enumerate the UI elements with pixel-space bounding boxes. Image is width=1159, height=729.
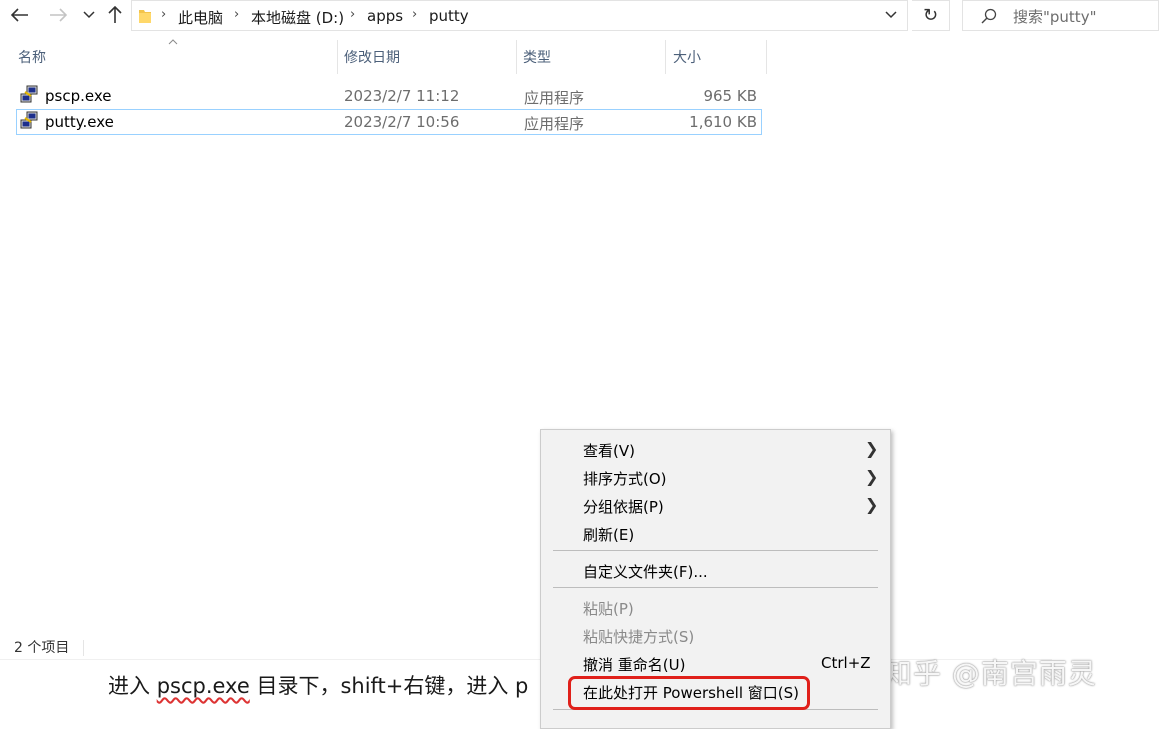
file-size: 1,610 KB [689,113,757,131]
caption-part: 进入 [108,674,157,698]
menu-item-label: 刷新(E) [583,526,635,544]
chevron-down-icon [885,11,897,19]
menu-item-group-by[interactable]: 分组依据(P) ❯ [541,491,890,519]
file-date: 2023/2/7 11:12 [344,87,460,105]
file-row[interactable]: pscp.exe 2023/2/7 11:12 应用程序 965 KB [16,83,762,109]
column-header-name[interactable]: 名称 [12,40,337,74]
breadcrumb-apps[interactable]: apps [367,7,403,25]
caption-part: 目录下，shift+右键，进入 p [249,674,529,698]
menu-item-label: 粘贴快捷方式(S) [583,628,695,646]
forward-button[interactable] [47,4,69,26]
address-bar[interactable]: › 此电脑 › 本地磁盘 (D:) › apps › putty [131,0,908,31]
menu-item-refresh[interactable]: 刷新(E) [541,519,890,547]
breadcrumb-this-pc[interactable]: 此电脑 [178,7,223,28]
putty-app-icon [20,111,38,129]
menu-item-label: 粘贴(P) [583,600,634,618]
arrow-left-icon [11,8,28,22]
menu-item-shortcut: Ctrl+Z [821,654,871,672]
chevron-right-icon: ❯ [865,439,879,458]
menu-item-label: 分组依据(P) [583,498,664,516]
file-type: 应用程序 [524,89,585,107]
menu-item-sort-by[interactable]: 排序方式(O) ❯ [541,463,890,491]
caption-filename: pscp.exe [156,674,250,698]
menu-item-customize-folder[interactable]: 自定义文件夹(F)... [541,556,890,584]
menu-item-label: 查看(V) [583,442,635,460]
breadcrumb-separator-icon: › [350,7,356,22]
sort-ascending-icon [168,39,178,45]
column-header-size-label: 大小 [673,50,701,66]
arrow-right-icon [50,8,67,22]
menu-separator [553,587,878,588]
column-header-date-label: 修改日期 [344,50,400,66]
up-button[interactable] [104,4,126,26]
breadcrumb-separator-icon: › [161,7,167,22]
search-box[interactable] [962,0,1159,31]
search-input[interactable] [1011,5,1155,29]
chevron-down-icon [83,11,95,19]
putty-app-icon [20,85,38,103]
menu-item-view[interactable]: 查看(V) ❯ [541,435,890,463]
search-icon [981,8,997,24]
column-header-name-label: 名称 [18,50,46,66]
breadcrumb-separator-icon: › [234,7,240,22]
menu-item-paste[interactable]: 粘贴(P) [541,593,890,621]
menu-separator [553,550,878,551]
menu-item-undo-rename[interactable]: 撤消 重命名(U) Ctrl+Z [541,649,890,677]
column-header-type[interactable]: 类型 [517,40,665,74]
breadcrumb-separator-icon: › [412,7,418,22]
refresh-icon: ↻ [922,5,939,26]
column-header-date[interactable]: 修改日期 [338,40,516,74]
menu-item-paste-shortcut[interactable]: 粘贴快捷方式(S) [541,621,890,649]
file-row-selected[interactable]: putty.exe 2023/2/7 10:56 应用程序 1,610 KB [16,109,762,135]
caption-text: 进入 pscp.exe 目录下，shift+右键，进入 p [108,670,528,700]
menu-item-label: 自定义文件夹(F)... [583,563,708,581]
address-dropdown-button[interactable] [879,4,903,26]
chevron-right-icon: ❯ [865,467,879,486]
refresh-button[interactable]: ↻ [912,0,950,31]
menu-item-label: 撤消 重命名(U) [583,656,686,674]
breadcrumb-local-disk[interactable]: 本地磁盘 (D:) [251,7,344,28]
chevron-right-icon: ❯ [865,495,879,514]
column-divider[interactable] [665,40,666,74]
folder-icon [139,10,151,23]
column-header-size[interactable]: 大小 [667,40,765,74]
file-type: 应用程序 [524,115,585,133]
recent-locations-button[interactable] [80,4,98,26]
column-header-type-label: 类型 [523,50,551,66]
highlight-annotation [568,676,810,710]
status-item-count: 2 个项目 [14,640,70,656]
breadcrumb-putty[interactable]: putty [429,7,469,25]
status-divider [83,640,84,656]
file-date: 2023/2/7 10:56 [344,113,460,131]
file-name: putty.exe [45,113,114,131]
arrow-up-icon [108,6,122,23]
back-button[interactable] [9,4,31,26]
watermark: 知乎 @南宫雨灵 [884,657,1097,690]
column-divider[interactable] [766,40,767,74]
file-name: pscp.exe [45,87,112,105]
menu-item-label: 排序方式(O) [583,470,667,488]
file-size: 965 KB [703,87,757,105]
